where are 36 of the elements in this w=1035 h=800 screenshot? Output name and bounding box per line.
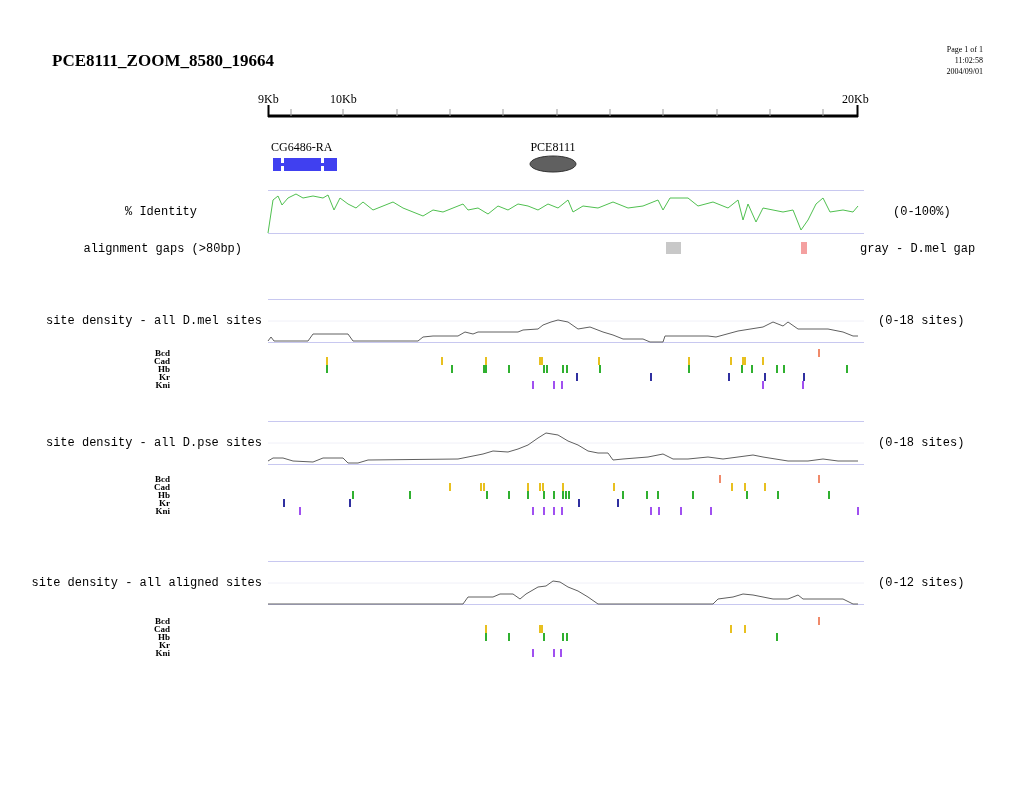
factor-label: Cad [154, 356, 170, 366]
page-info-text: 2004/09/01 [946, 66, 983, 77]
page-info-text: 11:02:58 [953, 55, 983, 66]
gene-model-drawing [273, 158, 337, 171]
factor-label: Cad [154, 482, 170, 492]
legend-label: gray - D.mel gap [860, 242, 976, 256]
factor-label: Bcd [155, 348, 170, 358]
factor-label: Kr [159, 372, 170, 382]
factor-label: Bcd [155, 616, 170, 626]
factor-label: Kni [155, 380, 170, 390]
scale-label: 9Kb [258, 92, 279, 106]
range-label: (0-18 sites) [878, 314, 965, 328]
track-label: site density - all D.pse sites [45, 436, 262, 450]
track-label: alignment gaps (>80bp) [83, 242, 242, 256]
report-title: PCE8111_ZOOM_8580_19664 [52, 50, 274, 72]
factor-label: Kr [159, 640, 170, 650]
scale-label: 20Kb [842, 92, 869, 106]
factor-label: Kr [159, 498, 170, 508]
track-label: site density - all aligned sites [31, 576, 262, 590]
scale-label: 10Kb [330, 92, 357, 106]
range-label: (0-100%) [893, 205, 951, 219]
factor-label: Hb [158, 364, 170, 374]
factor-label: Bcd [155, 474, 170, 484]
page-info-text: Page 1 of 1 [946, 44, 983, 55]
factor-label: Hb [158, 632, 170, 642]
factor-label: Kni [155, 506, 170, 516]
gene-label: CG6486-RA [271, 140, 333, 154]
track-label: % Identity [125, 205, 197, 219]
factor-label: Hb [158, 490, 170, 500]
track-label: site density - all D.mel sites [45, 314, 262, 328]
factor-label: Kni [155, 648, 170, 658]
element-ellipse [529, 155, 577, 173]
factor-label: Cad [154, 624, 170, 634]
range-label: (0-18 sites) [878, 436, 965, 450]
element-label: PCE8111 [530, 140, 576, 154]
range-label: (0-12 sites) [878, 576, 965, 590]
